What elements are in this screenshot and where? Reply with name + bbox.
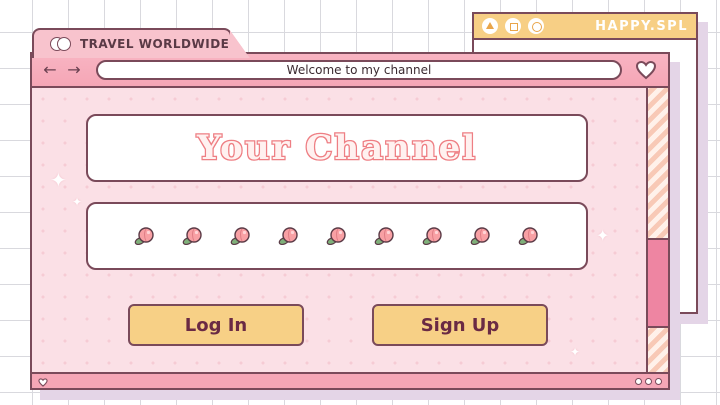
tab-rings-icon bbox=[50, 37, 72, 51]
peach-icon bbox=[229, 224, 253, 248]
peach-icon bbox=[277, 224, 301, 248]
status-dots bbox=[635, 377, 662, 385]
scrollbar-thumb[interactable] bbox=[648, 238, 668, 328]
log-in-button[interactable]: Log In bbox=[128, 304, 304, 346]
back-window-controls bbox=[482, 18, 544, 34]
forward-arrow-icon[interactable]: → bbox=[66, 62, 82, 78]
peach-icon bbox=[133, 224, 157, 248]
peach-icon bbox=[517, 224, 541, 248]
square-icon[interactable] bbox=[505, 18, 521, 34]
sparkle-icon: ✦ bbox=[570, 345, 581, 359]
back-window-titlebar[interactable]: HAPPY.SPL bbox=[474, 14, 696, 40]
address-bar[interactable]: Welcome to my channel bbox=[96, 60, 622, 80]
channel-title-panel: Your Channel bbox=[86, 114, 588, 182]
status-bar bbox=[32, 372, 668, 388]
peach-icon bbox=[325, 224, 349, 248]
window-content: ✦ ✦ ✦ ✦ ✦ Your Channel Log In Sign Up bbox=[32, 88, 646, 374]
back-window-title: HAPPY.SPL bbox=[595, 18, 688, 34]
peach-icon bbox=[469, 224, 493, 248]
tab-title: TRAVEL WORLDWIDE bbox=[80, 37, 230, 51]
sign-up-button[interactable]: Sign Up bbox=[372, 304, 548, 346]
sparkle-icon: ✦ bbox=[596, 226, 610, 245]
peach-decoration-panel bbox=[86, 202, 588, 270]
peach-icon bbox=[421, 224, 445, 248]
triangle-icon[interactable] bbox=[482, 18, 498, 34]
peach-icon bbox=[181, 224, 205, 248]
sparkle-icon: ✦ bbox=[50, 168, 67, 192]
peach-icon bbox=[373, 224, 397, 248]
heart-small-icon bbox=[38, 372, 48, 391]
channel-title: Your Channel bbox=[196, 127, 478, 170]
back-arrow-icon[interactable]: ← bbox=[42, 62, 58, 78]
vertical-scrollbar[interactable] bbox=[646, 88, 668, 374]
sparkle-icon: ✦ bbox=[72, 195, 83, 209]
main-window: ← → Welcome to my channel ✦ ✦ ✦ ✦ ✦ Your… bbox=[30, 52, 670, 390]
window-tab[interactable]: TRAVEL WORLDWIDE bbox=[32, 28, 250, 58]
heart-icon[interactable] bbox=[634, 58, 658, 82]
address-bar-row: ← → Welcome to my channel bbox=[32, 54, 668, 88]
circle-icon[interactable] bbox=[528, 18, 544, 34]
